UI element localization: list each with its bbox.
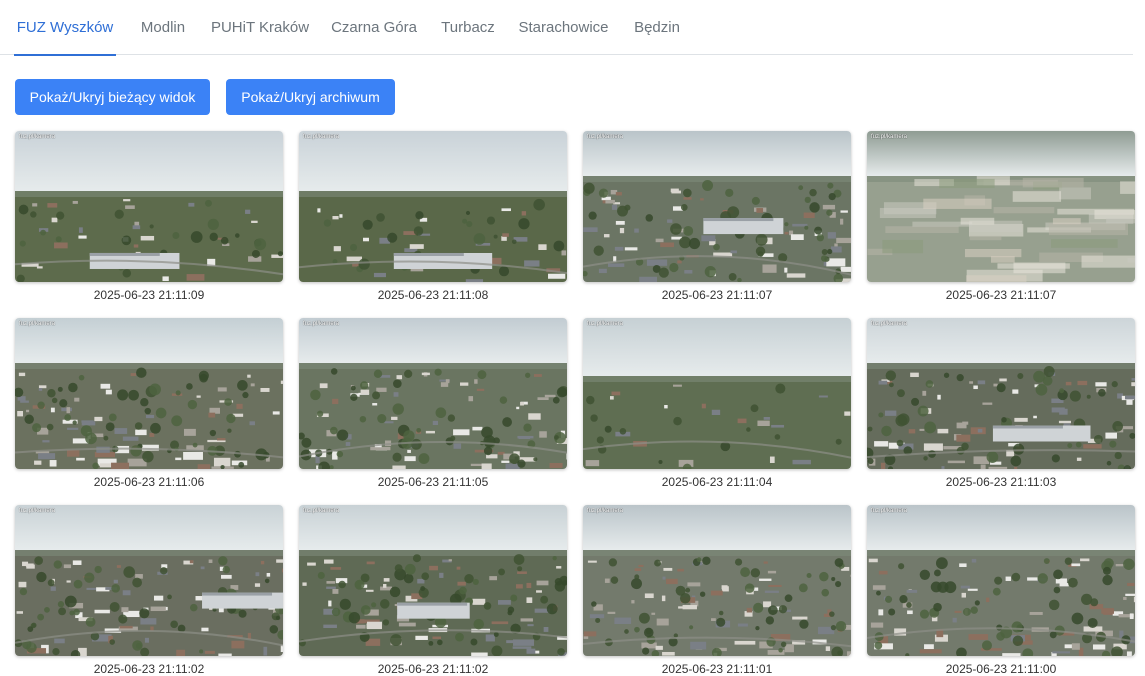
camera-watermark: fuz.pl/kamera (587, 134, 624, 140)
snapshot-timestamp: 2025-06-23 21:11:02 (377, 662, 489, 676)
snapshot-timestamp: 2025-06-23 21:11:00 (945, 662, 1057, 676)
tab-starachowice[interactable]: Starachowice (513, 0, 614, 55)
camera-snapshot-picture (15, 318, 283, 469)
camera-snapshot-picture (583, 131, 851, 282)
camera-snapshot-image[interactable]: fuz.pl/kamera (299, 131, 567, 282)
camera-snapshot-picture (867, 131, 1135, 282)
camera-snapshot-picture (299, 131, 567, 282)
camera-snapshot-image[interactable]: fuz.pl/kamera (299, 505, 567, 656)
camera-snapshot-picture (583, 318, 851, 469)
toggle-current-view-button[interactable]: Pokaż/Ukryj bieżący widok (15, 79, 210, 115)
camera-snapshot-picture (15, 505, 283, 656)
camera-snapshot-picture (15, 131, 283, 282)
camera-snapshot-picture (867, 318, 1135, 469)
camera-snapshot-picture (299, 505, 567, 656)
snapshot-timestamp: 2025-06-23 21:11:04 (661, 475, 773, 489)
camera-watermark: fuz.pl/kamera (871, 508, 908, 514)
camera-watermark: fuz.pl/kamera (587, 508, 624, 514)
toggle-archive-button[interactable]: Pokaż/Ukryj archiwum (226, 79, 395, 115)
camera-snapshot-image[interactable]: fuz.pl/kamera (15, 318, 283, 469)
snapshot-timestamp: 2025-06-23 21:11:09 (93, 288, 205, 302)
camera-snapshot-picture (867, 505, 1135, 656)
tab-czarna-gora[interactable]: Czarna Góra (326, 0, 422, 55)
snapshot-timestamp: 2025-06-23 21:11:07 (945, 288, 1057, 302)
snapshot-timestamp: 2025-06-23 21:11:06 (93, 475, 205, 489)
snapshot-timestamp: 2025-06-23 21:11:02 (93, 662, 205, 676)
camera-snapshot-picture (583, 505, 851, 656)
tab-bedzin[interactable]: Będzin (626, 0, 688, 55)
snapshot-timestamp: 2025-06-23 21:11:08 (377, 288, 489, 302)
camera-watermark: fuz.pl/kamera (19, 134, 56, 140)
camera-watermark: fuz.pl/kamera (871, 134, 908, 140)
tab-modlin[interactable]: Modlin (131, 0, 195, 55)
snapshot-timestamp: 2025-06-23 21:11:07 (661, 288, 773, 302)
camera-watermark: fuz.pl/kamera (303, 321, 340, 327)
camera-snapshot-picture (299, 318, 567, 469)
camera-watermark: fuz.pl/kamera (303, 508, 340, 514)
camera-snapshot-image[interactable]: fuz.pl/kamera (299, 318, 567, 469)
camera-watermark: fuz.pl/kamera (19, 321, 56, 327)
camera-snapshot-image[interactable]: fuz.pl/kamera (867, 131, 1135, 282)
snapshot-timestamp: 2025-06-23 21:11:01 (661, 662, 773, 676)
tab-puhit-krakow[interactable]: PUHiT Kraków (206, 0, 314, 55)
camera-watermark: fuz.pl/kamera (871, 321, 908, 327)
snapshot-timestamp: 2025-06-23 21:11:03 (945, 475, 1057, 489)
snapshot-timestamp: 2025-06-23 21:11:05 (377, 475, 489, 489)
camera-watermark: fuz.pl/kamera (587, 321, 624, 327)
tab-turbacz[interactable]: Turbacz (433, 0, 503, 55)
camera-watermark: fuz.pl/kamera (19, 508, 56, 514)
camera-snapshot-image[interactable]: fuz.pl/kamera (15, 131, 283, 282)
camera-snapshot-image[interactable]: fuz.pl/kamera (583, 318, 851, 469)
camera-snapshot-image[interactable]: fuz.pl/kamera (867, 505, 1135, 656)
camera-snapshot-image[interactable]: fuz.pl/kamera (583, 131, 851, 282)
camera-location-tabs: FUZ Wyszków Modlin PUHiT Kraków Czarna G… (0, 0, 1133, 56)
camera-snapshot-image[interactable]: fuz.pl/kamera (15, 505, 283, 656)
camera-watermark: fuz.pl/kamera (303, 134, 340, 140)
camera-snapshot-image[interactable]: fuz.pl/kamera (867, 318, 1135, 469)
tab-fuz-wyszkow[interactable]: FUZ Wyszków (14, 0, 116, 56)
camera-snapshot-image[interactable]: fuz.pl/kamera (583, 505, 851, 656)
